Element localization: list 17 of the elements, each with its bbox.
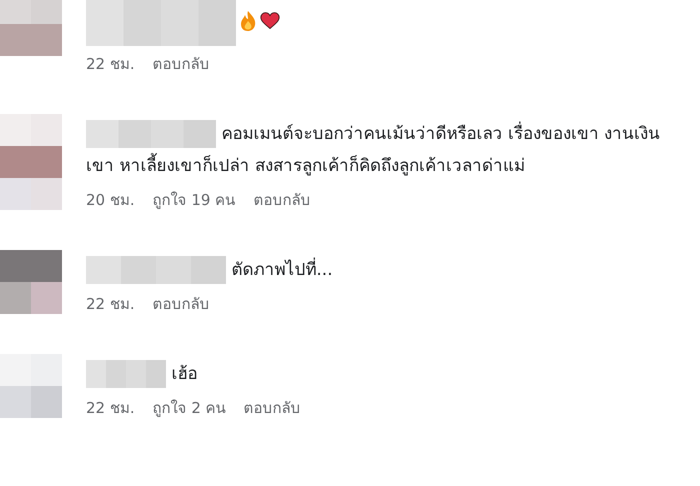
timestamp: 22 ชม. xyxy=(86,398,135,419)
likes-count[interactable]: ถูกใจ 2 คน xyxy=(152,396,226,420)
reply-link[interactable]: ตอบกลับ xyxy=(253,188,310,212)
blurred-avatar xyxy=(0,354,62,420)
timestamp: 22 ชม. xyxy=(86,294,135,315)
likes-count[interactable]: ถูกใจ 19 คน xyxy=(152,188,236,212)
comment-text: ตัดภาพไปที่... xyxy=(86,254,676,286)
reply-link[interactable]: ตอบกลับ xyxy=(244,396,301,420)
reply-link[interactable]: ตอบกลับ xyxy=(152,292,210,316)
comment-text: คอมเมนต์จะบอกว่าคนเม้นว่าดีหรือเลว เรื่องของเขา งานเงินเขา หาเลี้ยงเขาก็เปล่า สงสารลูกเค้าก็คิดถึงลูกเค้าเวลาด่าแม่ xyxy=(86,118,676,182)
fire-icon xyxy=(238,10,258,32)
timestamp: 20 ชม. xyxy=(86,190,135,211)
blurred-avatar xyxy=(0,250,62,316)
timestamp: 22 ชม. xyxy=(86,54,135,75)
heart-icon xyxy=(260,10,280,32)
comment-text: เฮ้อ xyxy=(86,358,676,390)
reply-link[interactable]: ตอบกลับ xyxy=(152,52,210,76)
